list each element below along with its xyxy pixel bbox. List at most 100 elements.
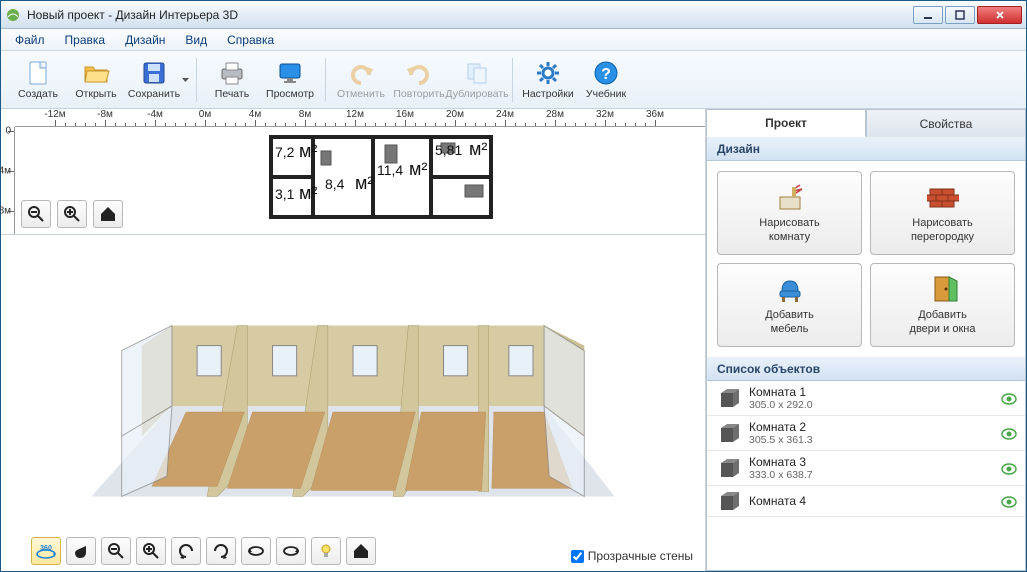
draw-room-icon (774, 181, 806, 213)
minimize-button[interactable] (913, 6, 943, 24)
svg-text:м²: м² (469, 139, 487, 159)
toolbar-print[interactable]: Печать (203, 54, 261, 106)
zoom-out-3d-button[interactable] (101, 537, 131, 565)
duplicate-icon (463, 59, 491, 87)
save-icon (140, 59, 168, 87)
toolbar-tutorial[interactable]: ? Учебник (577, 54, 635, 106)
visibility-eye-icon[interactable] (1001, 427, 1017, 439)
toolbar-save[interactable]: Сохранить (125, 54, 183, 106)
tilt-right-button[interactable] (206, 537, 236, 565)
side-panel: Проект Свойства Дизайн Нарисовать комнат… (706, 109, 1026, 571)
svg-text:5,81: 5,81 (435, 142, 462, 158)
zoom-out-button[interactable] (21, 200, 51, 228)
room-cube-icon (715, 457, 741, 479)
zoom-in-3d-button[interactable] (136, 537, 166, 565)
plan-controls (21, 200, 123, 228)
titlebar: Новый проект - Дизайн Интерьера 3D (1, 1, 1026, 29)
toolbar-create[interactable]: Создать (9, 54, 67, 106)
home-button[interactable] (93, 200, 123, 228)
threeD-toolbar: 360 (31, 537, 376, 565)
ruler-h-label: 28м (546, 109, 564, 120)
ruler-h-label: 32м (596, 109, 614, 120)
object-list-item[interactable]: Комната 1305.0 x 292.0 (707, 381, 1025, 416)
ruler-v-label: 4м (0, 166, 11, 177)
visibility-eye-icon[interactable] (1001, 462, 1017, 474)
ruler-h-label: 20м (446, 109, 464, 120)
ruler-v-label: 0 (5, 126, 11, 137)
svg-text:3,1: 3,1 (275, 186, 295, 202)
object-list-item[interactable]: Комната 3333.0 x 638.7 (707, 451, 1025, 486)
menu-help[interactable]: Справка (219, 31, 282, 49)
tab-project[interactable]: Проект (706, 109, 866, 137)
object-list-item[interactable]: Комната 4 (707, 486, 1025, 517)
plan-view[interactable]: -12м-8м-4м0м4м8м12м16м20м24м28м32м36м 04… (1, 109, 705, 235)
toolbar-preview[interactable]: Просмотр (261, 54, 319, 106)
threeD-view[interactable]: 360 Прозрачные стены (1, 235, 705, 571)
content: -12м-8м-4м0м4м8м12м16м20м24м28м32м36м 04… (1, 109, 1026, 571)
svg-text:м²: м² (299, 141, 317, 161)
draw-room-button[interactable]: Нарисовать комнату (717, 171, 862, 255)
zoom-in-button[interactable] (57, 200, 87, 228)
printer-icon (218, 59, 246, 87)
object-list-item[interactable]: Комната 2305.5 x 361.3 (707, 416, 1025, 451)
ruler-h-label: -12м (44, 109, 65, 120)
add-doors-windows-button[interactable]: Добавить двери и окна (870, 263, 1015, 347)
rotate-cw-button[interactable] (276, 537, 306, 565)
ruler-h-label: 12м (346, 109, 364, 120)
draw-wall-button[interactable]: Нарисовать перегородку (870, 171, 1015, 255)
design-section-header: Дизайн (707, 137, 1025, 161)
svg-text:?: ? (601, 66, 611, 83)
room-cube-icon (715, 490, 741, 512)
tab-properties[interactable]: Свойства (866, 109, 1026, 137)
object-list[interactable]: Комната 1305.0 x 292.0Комната 2305.5 x 3… (707, 381, 1025, 570)
visibility-eye-icon[interactable] (1001, 392, 1017, 404)
transparent-walls-checkbox[interactable] (571, 550, 584, 563)
undo-icon (347, 59, 375, 87)
help-icon: ? (592, 59, 620, 87)
toolbar-open[interactable]: Открыть (67, 54, 125, 106)
gear-icon (534, 59, 562, 87)
ruler-h-label: 16м (396, 109, 414, 120)
objects-section-header: Список объектов (707, 357, 1025, 381)
object-name: Комната 2 (749, 420, 993, 434)
redo-icon (405, 59, 433, 87)
object-name: Комната 3 (749, 455, 993, 469)
window-title: Новый проект - Дизайн Интерьера 3D (27, 8, 913, 22)
ruler-h-label: 36м (646, 109, 664, 120)
transparent-walls-label: Прозрачные стены (588, 549, 693, 563)
visibility-eye-icon[interactable] (1001, 495, 1017, 507)
toolbar-undo[interactable]: Отменить (332, 54, 390, 106)
object-dimensions: 305.5 x 361.3 (749, 434, 993, 446)
ruler-h-label: -8м (97, 109, 113, 120)
room-cube-icon (715, 387, 741, 409)
ruler-h-label: -4м (147, 109, 163, 120)
views: -12м-8м-4м0м4м8м12м16м20м24м28м32м36м 04… (1, 109, 706, 571)
menu-edit[interactable]: Правка (57, 31, 114, 49)
add-furniture-button[interactable]: Добавить мебель (717, 263, 862, 347)
menubar: Файл Правка Дизайн Вид Справка (1, 29, 1026, 51)
toolbar-settings[interactable]: Настройки (519, 54, 577, 106)
menu-file[interactable]: Файл (7, 31, 53, 49)
save-dropdown[interactable] (181, 75, 190, 84)
tilt-left-button[interactable] (171, 537, 201, 565)
home-3d-button[interactable] (346, 537, 376, 565)
ruler-h-label: 8м (299, 109, 311, 120)
rotate360-button[interactable]: 360 (31, 537, 61, 565)
toolbar-redo[interactable]: Повторить (390, 54, 448, 106)
menu-design[interactable]: Дизайн (117, 31, 173, 49)
maximize-button[interactable] (945, 6, 975, 24)
svg-text:м²: м² (299, 183, 317, 203)
svg-text:м²: м² (409, 159, 427, 179)
room-cube-icon (715, 422, 741, 444)
rotate-ccw-button[interactable] (241, 537, 271, 565)
menu-view[interactable]: Вид (177, 31, 215, 49)
app-window: Новый проект - Дизайн Интерьера 3D Файл … (0, 0, 1027, 572)
pan-button[interactable] (66, 537, 96, 565)
close-button[interactable] (977, 6, 1022, 24)
toolbar-duplicate[interactable]: Дублировать (448, 54, 506, 106)
folder-open-icon (82, 59, 110, 87)
floorplan-drawing: 7,2 м² 8,4 м² 11,4 м² 5,81 м² 3,1 м² (265, 131, 505, 231)
light-button[interactable] (311, 537, 341, 565)
transparent-walls-toggle[interactable]: Прозрачные стены (571, 549, 693, 563)
threeD-scene (1, 235, 705, 567)
